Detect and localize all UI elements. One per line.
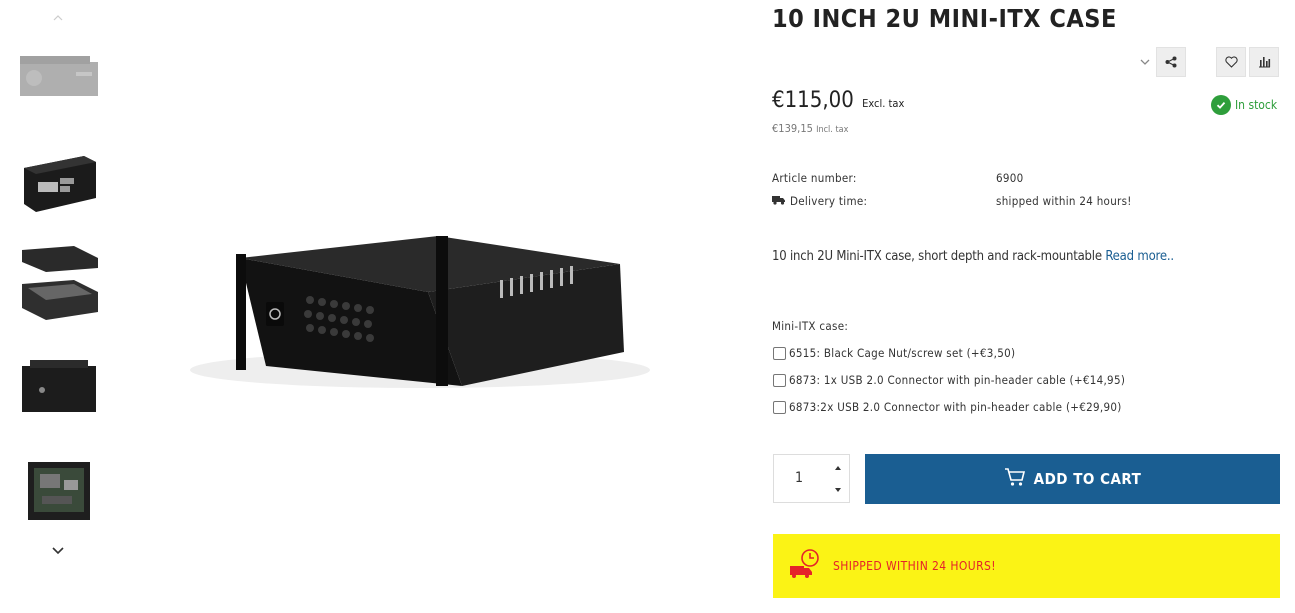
article-number-value: 6900 <box>996 171 1024 185</box>
truck-icon <box>772 194 786 208</box>
delivery-time-label: Delivery time: <box>772 194 867 208</box>
option-label: 6515: Black Cage Nut/screw set (+€3,50) <box>789 346 1016 360</box>
gallery-down-chevron-icon[interactable] <box>48 541 68 561</box>
option-label: 6873:2x USB 2.0 Connector with pin-heade… <box>789 400 1122 414</box>
stock-status: In stock <box>1211 95 1277 115</box>
quantity-increase-icon[interactable] <box>826 457 850 479</box>
option-label: 6873: 1x USB 2.0 Connector with pin-head… <box>789 373 1126 387</box>
option-checkbox[interactable] <box>773 373 786 387</box>
heart-icon <box>1224 53 1238 72</box>
price-excl-tax: €115,00 Excl. tax <box>772 88 904 113</box>
description-text: 10 inch 2U Mini-ITX case, short depth an… <box>772 249 1102 264</box>
compare-button[interactable] <box>1249 47 1279 77</box>
shipping-banner: SHIPPED WITHIN 24 HOURS! <box>773 534 1280 598</box>
option-usb-2x[interactable]: 6873:2x USB 2.0 Connector with pin-heade… <box>773 400 1122 414</box>
options-heading: Mini-ITX case: <box>772 319 849 333</box>
price-value: €115,00 <box>772 88 854 113</box>
price-incl-label: Incl. tax <box>816 125 849 135</box>
add-to-cart-button[interactable]: ADD TO CART <box>865 454 1280 504</box>
quantity-input[interactable]: 1 <box>774 455 824 502</box>
check-circle-icon <box>1211 95 1231 115</box>
price-incl-value: €139,15 <box>772 122 813 135</box>
thumbnail-4[interactable] <box>20 348 98 426</box>
gallery-up-chevron-icon[interactable] <box>50 12 66 28</box>
article-number-label: Article number: <box>772 171 857 185</box>
delivery-clock-truck-icon <box>789 549 821 583</box>
bar-chart-icon <box>1258 53 1271 72</box>
stock-label: In stock <box>1235 98 1278 112</box>
shipping-banner-text: SHIPPED WITHIN 24 HOURS! <box>833 559 996 573</box>
wishlist-button[interactable] <box>1216 47 1246 77</box>
thumbnail-5[interactable] <box>20 452 98 530</box>
share-dropdown-chevron-icon[interactable] <box>1138 54 1152 68</box>
option-checkbox[interactable] <box>773 400 786 414</box>
share-button[interactable] <box>1156 47 1186 77</box>
quantity-stepper[interactable]: 1 <box>773 454 850 503</box>
share-icon <box>1165 53 1177 72</box>
product-description: 10 inch 2U Mini-ITX case, short depth an… <box>772 249 1174 264</box>
quantity-decrease-icon[interactable] <box>826 479 850 501</box>
option-usb-1x[interactable]: 6873: 1x USB 2.0 Connector with pin-head… <box>773 373 1125 387</box>
thumbnail-3[interactable] <box>20 244 98 322</box>
product-title: 10 INCH 2U MINI-ITX CASE <box>772 4 1117 33</box>
add-to-cart-label: ADD TO CART <box>1033 470 1142 488</box>
read-more-link[interactable]: Read more.. <box>1105 249 1174 264</box>
cart-icon <box>1004 467 1026 491</box>
option-checkbox[interactable] <box>773 346 786 360</box>
option-cage-nut-set[interactable]: 6515: Black Cage Nut/screw set (+€3,50) <box>773 346 1015 360</box>
thumbnail-1[interactable] <box>20 42 98 120</box>
price-incl-tax: €139,15 Incl. tax <box>772 122 848 135</box>
delivery-time-label-text: Delivery time: <box>790 194 868 208</box>
price-excl-label: Excl. tax <box>862 97 905 110</box>
main-product-image <box>180 180 680 420</box>
thumbnail-2[interactable] <box>20 142 98 220</box>
delivery-time-value: shipped within 24 hours! <box>996 194 1132 208</box>
